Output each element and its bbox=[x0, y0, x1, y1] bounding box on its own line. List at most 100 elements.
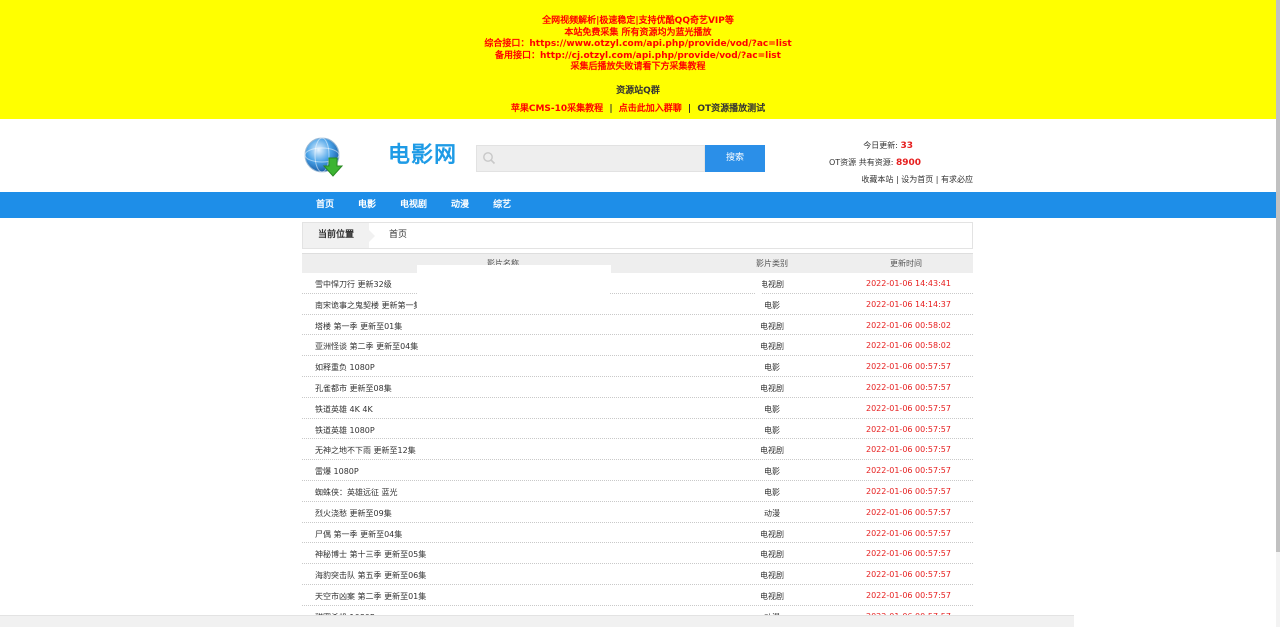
search-icon bbox=[483, 152, 496, 165]
overlay-blank bbox=[450, 292, 610, 298]
nav-item-movies[interactable]: 电影 bbox=[358, 192, 376, 218]
breadcrumb: 当前位置 首页 bbox=[302, 222, 973, 249]
video-title-link[interactable]: 铁道英雄 1080P bbox=[315, 425, 375, 436]
link-separator: | bbox=[935, 175, 939, 184]
play-test-link[interactable]: OT资源播放测试 bbox=[697, 104, 765, 114]
today-update-label: 今日更新: bbox=[863, 141, 898, 150]
update-time: 2022-01-06 14:14:37 bbox=[866, 299, 951, 309]
video-title-link[interactable]: 雪中悍刀行 更新32级 bbox=[315, 279, 392, 290]
video-category: 电视剧 bbox=[760, 529, 784, 539]
table-row[interactable]: 雷爆 1080P 电影 2022-01-06 00:57:57 bbox=[302, 460, 973, 481]
update-time: 2022-01-06 00:57:57 bbox=[866, 590, 951, 600]
video-title-link[interactable]: 蜘蛛侠：英雄远征 蓝光 bbox=[315, 487, 398, 498]
update-time: 2022-01-06 00:57:57 bbox=[866, 507, 951, 517]
column-header-category: 影片类别 bbox=[756, 259, 788, 268]
video-category: 电视剧 bbox=[760, 342, 784, 352]
video-title-link[interactable]: 尸偶 第一季 更新至04集 bbox=[315, 529, 402, 540]
vertical-scrollbar-track[interactable] bbox=[1276, 552, 1280, 627]
breadcrumb-current-label: 当前位置 bbox=[303, 223, 375, 248]
banner-line-4[interactable]: 备用接口：http://cj.otzyl.com/api.php/provide… bbox=[0, 51, 1276, 63]
table-row[interactable]: 孔雀都市 更新至08集 电视剧 2022-01-06 00:57:57 bbox=[302, 377, 973, 398]
bookmark-link[interactable]: 收藏本站 bbox=[861, 175, 893, 184]
table-row[interactable]: 无神之地不下雨 更新至12集 电视剧 2022-01-06 00:57:57 bbox=[302, 439, 973, 461]
search-button[interactable]: 搜索 bbox=[705, 145, 765, 172]
video-category: 电视剧 bbox=[760, 321, 784, 331]
video-title-link[interactable]: 神秘博士 第十三季 更新至05集 bbox=[315, 549, 426, 560]
video-category: 电视剧 bbox=[760, 383, 784, 393]
video-category: 电视剧 bbox=[760, 571, 784, 581]
table-body: 雪中悍刀行 更新32级 电视剧 2022-01-06 14:43:41 南宋诡事之鬼契… bbox=[302, 273, 973, 627]
banner-line-3[interactable]: 综合接口：https://www.otzyl.com/api.php/provi… bbox=[0, 39, 1276, 51]
update-time: 2022-01-06 00:58:02 bbox=[866, 320, 951, 330]
video-category: 电影 bbox=[764, 467, 780, 477]
search-input[interactable] bbox=[501, 148, 701, 169]
video-title-link[interactable]: 无神之地不下雨 更新至12集 bbox=[315, 445, 416, 456]
video-category: 电影 bbox=[764, 487, 780, 497]
total-resources-label: OT资源 共有资源: bbox=[828, 158, 894, 167]
main-nav: 首页 电影 电视剧 动漫 综艺 bbox=[0, 192, 1276, 218]
banner-line-2: 本站免费采集 所有资源均为蓝光播放 bbox=[564, 27, 712, 38]
breadcrumb-home-link[interactable]: 首页 bbox=[389, 223, 407, 248]
video-title-link[interactable]: 海豹突击队 第五季 更新至06集 bbox=[315, 570, 426, 581]
today-update-count: 33 bbox=[900, 141, 913, 151]
table-row[interactable]: 尸偶 第一季 更新至04集 电视剧 2022-01-06 00:57:57 bbox=[302, 523, 973, 544]
video-category: 动漫 bbox=[764, 508, 780, 518]
request-link[interactable]: 有求必应 bbox=[941, 175, 973, 184]
overlay-blank bbox=[756, 275, 762, 311]
video-category: 电视剧 bbox=[760, 280, 784, 289]
link-separator: | bbox=[609, 104, 613, 114]
video-title-link[interactable]: 如释重负 1080P bbox=[315, 362, 375, 373]
table-row[interactable]: 烈火浇愁 更新至09集 动漫 2022-01-06 00:57:57 bbox=[302, 502, 973, 523]
nav-item-anime[interactable]: 动漫 bbox=[451, 192, 469, 218]
vertical-scrollbar-thumb[interactable] bbox=[1276, 0, 1280, 552]
table-row[interactable]: 如释重负 1080P 电影 2022-01-06 00:57:57 bbox=[302, 356, 973, 377]
update-time: 2022-01-06 00:57:57 bbox=[866, 549, 951, 559]
table-row[interactable]: 海豹突击队 第五季 更新至06集 电视剧 2022-01-06 00:57:57 bbox=[302, 564, 973, 585]
video-title-link[interactable]: 亚洲怪谈 第二季 更新至04集 bbox=[315, 341, 418, 352]
nav-item-tv[interactable]: 电视剧 bbox=[400, 192, 427, 218]
table-row[interactable]: 天空市凶案 第二季 更新至01集 电视剧 2022-01-06 00:57:57 bbox=[302, 585, 973, 606]
set-homepage-link[interactable]: 设为首页 bbox=[901, 175, 933, 184]
table-row[interactable]: 铁道英雄 1080P 电影 2022-01-06 00:57:57 bbox=[302, 419, 973, 440]
horizontal-scrollbar[interactable] bbox=[0, 615, 1074, 627]
nav-item-variety[interactable]: 综艺 bbox=[493, 192, 511, 218]
update-time: 2022-01-06 00:57:57 bbox=[866, 486, 951, 496]
update-time: 2022-01-06 00:58:02 bbox=[866, 341, 951, 351]
update-time: 2022-01-06 00:57:57 bbox=[866, 570, 951, 580]
nav-item-home[interactable]: 首页 bbox=[316, 192, 334, 218]
table-row[interactable]: 铁道英雄 4K 4K 电影 2022-01-06 00:57:57 bbox=[302, 398, 973, 419]
video-list-table: 影片名称 影片类别 更新时间 雪中悍刀行 更新32级 电视剧 2022-01-06 … bbox=[302, 253, 973, 627]
table-row[interactable]: 神秘博士 第十三季 更新至05集 电视剧 2022-01-06 00:57:57 bbox=[302, 543, 973, 565]
total-resources-count: 8900 bbox=[895, 158, 921, 168]
table-row[interactable]: 塔楼 第一季 更新至01集 电视剧 2022-01-06 00:58:02 bbox=[302, 315, 973, 336]
video-category: 电视剧 bbox=[760, 446, 784, 456]
qq-group-label: 资源站Q群 bbox=[616, 86, 660, 96]
video-title-link[interactable]: 铁道英雄 4K 4K bbox=[315, 404, 373, 415]
update-time: 2022-01-06 14:43:41 bbox=[866, 279, 951, 288]
video-category: 电影 bbox=[764, 300, 780, 310]
join-group-link[interactable]: 点击此加入群聊 bbox=[619, 104, 682, 114]
overlay-blank bbox=[417, 265, 611, 292]
link-separator: | bbox=[895, 175, 899, 184]
video-title-link[interactable]: 塔楼 第一季 更新至01集 bbox=[315, 321, 402, 332]
video-category: 电影 bbox=[764, 404, 780, 414]
overlay-blank bbox=[417, 292, 450, 314]
video-title-link[interactable]: 烈火浇愁 更新至09集 bbox=[315, 508, 392, 519]
globe-download-icon[interactable] bbox=[303, 136, 345, 178]
video-title-link[interactable]: 孔雀都市 更新至08集 bbox=[315, 383, 392, 394]
video-category: 电影 bbox=[764, 363, 780, 373]
update-time: 2022-01-06 00:57:57 bbox=[866, 424, 951, 434]
table-row[interactable]: 亚洲怪谈 第二季 更新至04集 电视剧 2022-01-06 00:58:02 bbox=[302, 335, 973, 357]
total-resources-row: OT资源 共有资源: 8900 bbox=[820, 154, 975, 171]
site-logo-text[interactable]: 电影网 bbox=[388, 137, 457, 169]
video-title-link[interactable]: 天空市凶案 第二季 更新至01集 bbox=[315, 591, 426, 602]
table-header: 影片名称 影片类别 更新时间 bbox=[302, 253, 973, 273]
video-title-link[interactable]: 雷爆 1080P bbox=[315, 466, 359, 477]
video-title-link[interactable]: 南宋诡事之鬼契楼 更新第一集 bbox=[315, 300, 422, 311]
cms-tutorial-link[interactable]: 苹果CMS-10采集教程 bbox=[511, 104, 603, 114]
table-row[interactable]: 雪中悍刀行 更新32级 电视剧 2022-01-06 14:43:41 bbox=[302, 273, 973, 294]
update-time: 2022-01-06 00:57:57 bbox=[866, 382, 951, 392]
table-row[interactable]: 蜘蛛侠：英雄远征 蓝光 电影 2022-01-06 00:57:57 bbox=[302, 481, 973, 502]
table-row[interactable]: 南宋诡事之鬼契楼 更新第一集 电影 2022-01-06 14:14:37 bbox=[302, 294, 973, 315]
update-time: 2022-01-06 00:57:57 bbox=[866, 528, 951, 538]
